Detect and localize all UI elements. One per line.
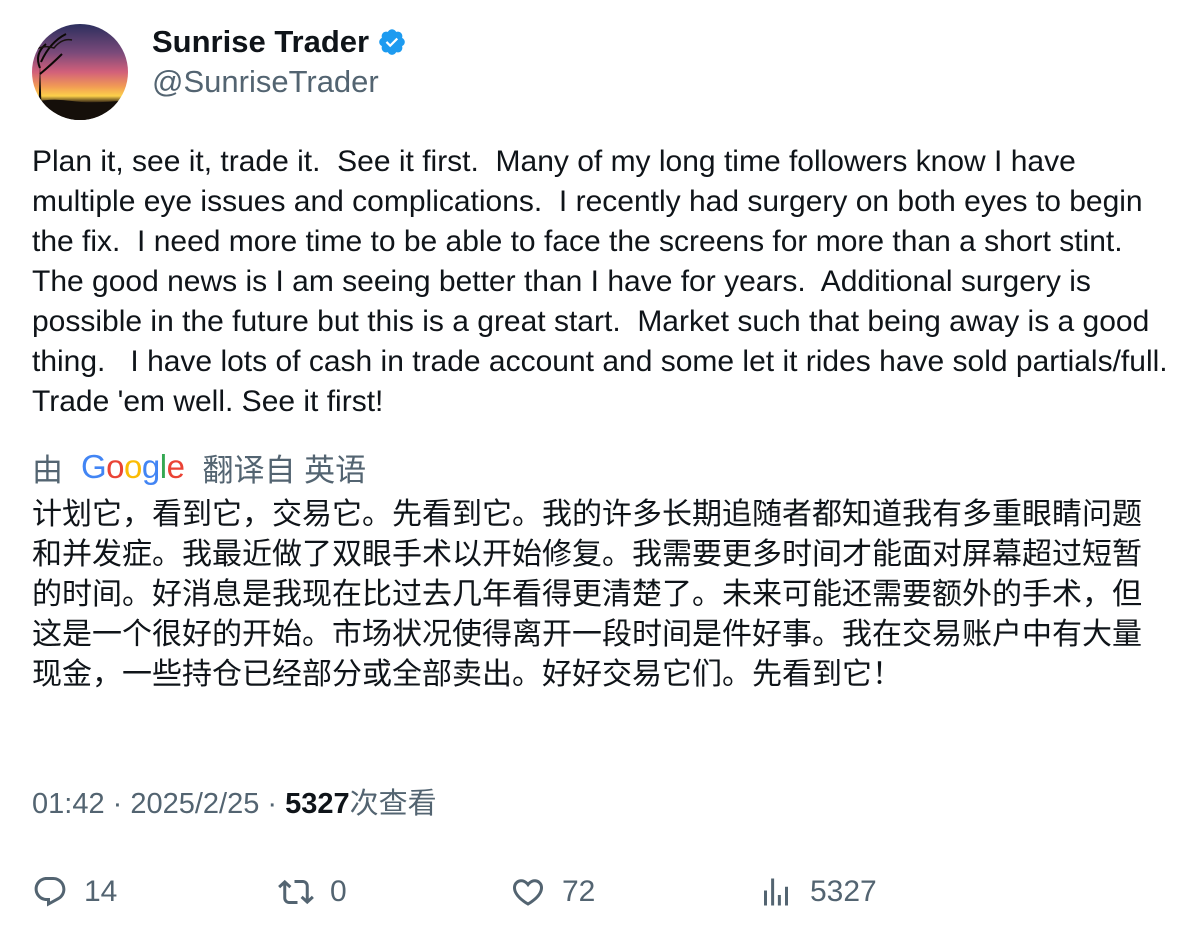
sunset-avatar-image xyxy=(32,24,128,120)
views-label: 次查看 xyxy=(349,788,437,820)
views-count: 5327 xyxy=(285,788,350,820)
tweet-text: Plan it, see it, trade it. See it first.… xyxy=(32,145,1184,418)
author-handle[interactable]: @SunriseTrader xyxy=(152,62,407,102)
views-action-count: 5327 xyxy=(810,875,877,908)
verified-badge-icon[interactable] xyxy=(377,27,407,57)
display-name[interactable]: Sunrise Trader xyxy=(152,24,369,60)
tweet-actions: 14 0 72 5327 xyxy=(32,866,1172,918)
avatar[interactable] xyxy=(32,24,128,120)
meta-separator: · xyxy=(259,788,286,820)
reply-icon xyxy=(32,874,68,910)
views-button[interactable]: 5327 xyxy=(758,866,877,918)
retweet-icon xyxy=(278,874,314,910)
retweet-button[interactable]: 0 xyxy=(278,866,347,918)
tweet-date[interactable]: 2025/2/25 xyxy=(130,788,259,820)
tweet-time[interactable]: 01:42 xyxy=(32,788,105,820)
google-logo[interactable]: Google xyxy=(81,448,185,486)
display-name-row: Sunrise Trader xyxy=(152,24,407,60)
like-count: 72 xyxy=(562,875,596,908)
reply-count: 14 xyxy=(84,875,118,908)
tweet-header: Sunrise Trader @SunriseTrader xyxy=(32,24,407,120)
translated-text: 计划它，看到它，交易它。先看到它。我的许多长期追随者都知道我有多重眼睛问题和并发… xyxy=(32,498,1142,691)
bar-chart-icon xyxy=(758,874,794,910)
tweet-metadata: 01:42 · 2025/2/25 · 5327次查看 xyxy=(32,784,437,824)
translation-prefix: 由 xyxy=(32,452,63,488)
reply-button[interactable]: 14 xyxy=(32,866,117,918)
like-button[interactable]: 72 xyxy=(510,866,595,918)
retweet-count: 0 xyxy=(330,875,347,908)
author-names: Sunrise Trader @SunriseTrader xyxy=(152,24,407,102)
heart-icon xyxy=(510,874,546,910)
meta-separator: · xyxy=(104,788,131,820)
translation-source-language[interactable]: 翻译自 英语 xyxy=(202,445,366,490)
translation-attribution: 由 Google 翻译自 英语 xyxy=(32,446,366,488)
